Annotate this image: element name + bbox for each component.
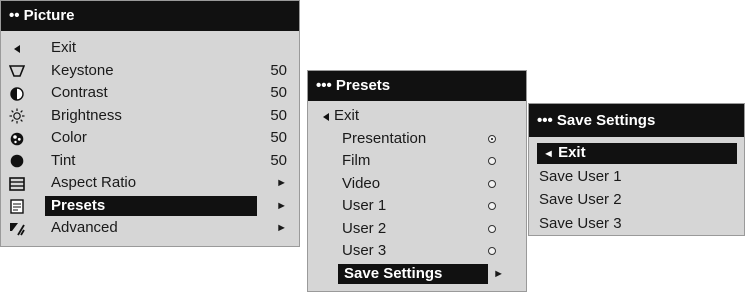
presets-menu-item-film[interactable]: Film bbox=[308, 150, 526, 173]
picture-menu-item-presets[interactable]: Presets ► bbox=[1, 195, 299, 218]
color-icon bbox=[9, 131, 25, 146]
presets-menu-item-exit[interactable]: Exit bbox=[308, 105, 526, 128]
menu-item-label: Video bbox=[342, 174, 381, 192]
menu-item-label: Exit bbox=[51, 39, 77, 56]
presets-menu-item-user-1[interactable]: User 1 bbox=[308, 195, 526, 218]
advanced-icon bbox=[9, 221, 25, 236]
save-settings-item-save-user-2[interactable]: Save User 2 bbox=[529, 188, 744, 212]
radio-button[interactable] bbox=[488, 157, 496, 165]
menu-item-label-selected: ◄ Exit bbox=[537, 141, 737, 165]
menu-item-label: Keystone bbox=[51, 61, 114, 79]
keystone-icon bbox=[9, 64, 25, 79]
presets-menu-item-video[interactable]: Video bbox=[308, 173, 526, 196]
menu-item-label: Save User 3 bbox=[539, 214, 622, 232]
submenu-arrow-icon: ► bbox=[276, 222, 287, 234]
picture-menu-title: •• Picture bbox=[1, 1, 299, 31]
submenu-arrow-icon: ► bbox=[276, 199, 287, 212]
menu-item-value: 50 bbox=[270, 84, 287, 101]
save-settings-item-exit[interactable]: ◄ Exit bbox=[529, 141, 744, 165]
radio-button[interactable] bbox=[488, 224, 496, 233]
menu-item-label: Film bbox=[342, 152, 371, 169]
aspect-ratio-icon bbox=[9, 176, 25, 191]
presets-menu-item-save-settings[interactable]: Save Settings ► bbox=[308, 263, 526, 286]
save-settings-item-save-user-1[interactable]: Save User 1 bbox=[529, 165, 744, 189]
left-arrow-icon bbox=[318, 109, 334, 124]
radio-button-checked[interactable] bbox=[488, 134, 496, 143]
presets-menu-item-user-3[interactable]: User 3 bbox=[308, 240, 526, 263]
presets-menu: ••• Presets Exit Presentation Film Video… bbox=[307, 70, 527, 292]
menu-item-label: Presentation bbox=[342, 129, 427, 147]
menu-item-label: Exit bbox=[334, 107, 360, 124]
menu-item-value: 50 bbox=[270, 61, 287, 79]
menu-item-value: 50 bbox=[270, 129, 287, 146]
menu-item-value: 50 bbox=[270, 106, 287, 124]
brightness-icon bbox=[9, 108, 25, 124]
menu-item-label: User 3 bbox=[342, 242, 387, 259]
menu-item-label: Advanced bbox=[51, 219, 118, 236]
menu-item-value: 50 bbox=[270, 151, 287, 169]
menu-item-label: Save User 1 bbox=[539, 167, 622, 185]
radio-button[interactable] bbox=[488, 247, 496, 255]
menu-item-label-selected: Save Settings bbox=[338, 263, 488, 286]
left-arrow-icon: ◄ bbox=[543, 148, 554, 160]
submenu-arrow-icon: ► bbox=[276, 177, 287, 189]
picture-menu: •• Picture Exit Keystone 50 Contrast 50 bbox=[0, 0, 300, 247]
save-settings-menu: ••• Save Settings ◄ Exit Save User 1 Sav… bbox=[528, 103, 745, 236]
menu-item-label: User 2 bbox=[342, 219, 387, 237]
picture-menu-item-aspect-ratio[interactable]: Aspect Ratio ► bbox=[1, 172, 299, 195]
menu-item-label: User 1 bbox=[342, 197, 387, 214]
submenu-arrow-icon: ► bbox=[493, 267, 504, 280]
picture-menu-item-tint[interactable]: Tint 50 bbox=[1, 150, 299, 173]
menu-item-label-selected: Presets bbox=[45, 195, 257, 218]
radio-button[interactable] bbox=[488, 179, 496, 188]
menu-item-label: Brightness bbox=[51, 106, 122, 124]
save-settings-menu-title: ••• Save Settings bbox=[529, 104, 744, 137]
picture-menu-item-brightness[interactable]: Brightness 50 bbox=[1, 105, 299, 128]
picture-menu-item-exit[interactable]: Exit bbox=[1, 37, 299, 60]
tint-icon bbox=[9, 154, 25, 169]
picture-menu-item-keystone[interactable]: Keystone 50 bbox=[1, 60, 299, 83]
presets-menu-item-user-2[interactable]: User 2 bbox=[308, 218, 526, 241]
menu-item-label: Aspect Ratio bbox=[51, 174, 137, 191]
menu-item-label: Contrast bbox=[51, 84, 108, 101]
save-settings-item-save-user-3[interactable]: Save User 3 bbox=[529, 212, 744, 236]
presets-icon bbox=[9, 198, 25, 214]
menu-item-label: Tint bbox=[51, 151, 76, 169]
picture-menu-item-color[interactable]: Color 50 bbox=[1, 127, 299, 150]
picture-menu-item-advanced[interactable]: Advanced ► bbox=[1, 217, 299, 240]
picture-menu-item-contrast[interactable]: Contrast 50 bbox=[1, 82, 299, 105]
left-arrow-icon bbox=[9, 41, 25, 56]
presets-menu-item-presentation[interactable]: Presentation bbox=[308, 128, 526, 151]
menu-item-label: Color bbox=[51, 129, 87, 146]
menu-item-label: Save User 2 bbox=[539, 191, 622, 208]
presets-menu-title: ••• Presets bbox=[308, 71, 526, 101]
radio-button[interactable] bbox=[488, 202, 496, 210]
contrast-icon bbox=[9, 86, 25, 101]
